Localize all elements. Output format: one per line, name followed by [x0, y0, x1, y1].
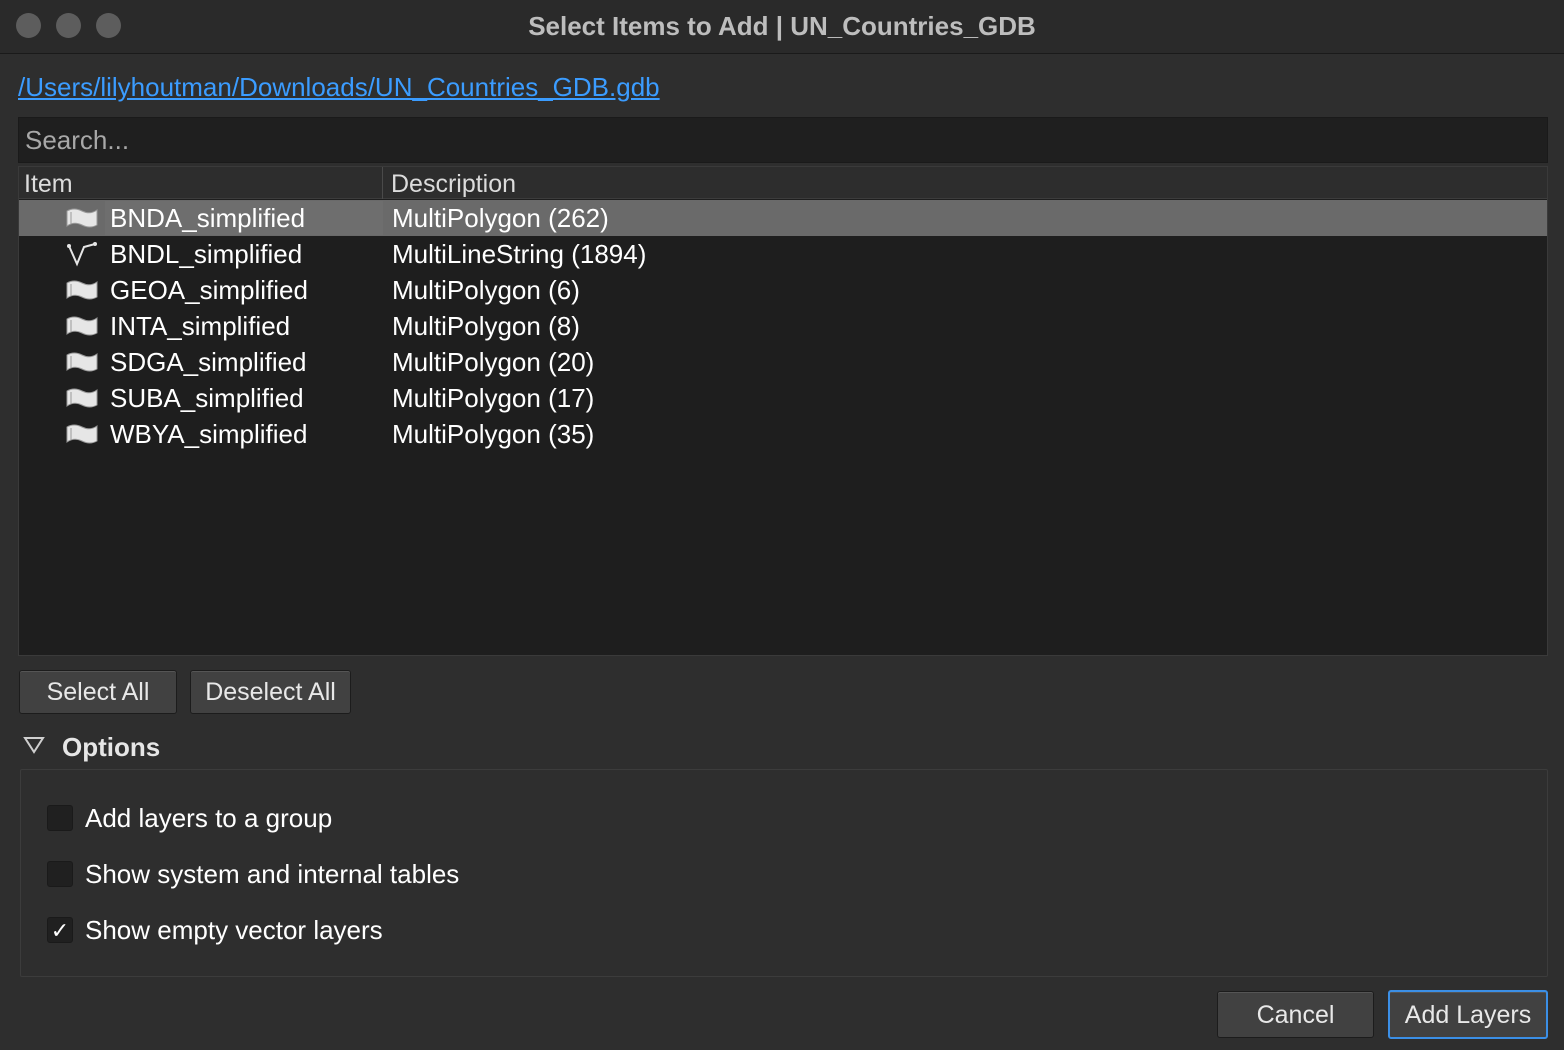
polygon-layer-icon [65, 277, 99, 303]
item-cell: BNDA_simplified [19, 200, 383, 236]
layer-description: MultiPolygon (20) [392, 347, 595, 377]
polygon-layer-icon [65, 421, 99, 447]
table-row[interactable]: BNDA_simplified MultiPolygon (262) [19, 200, 1547, 236]
layer-name: BNDA_simplified [110, 203, 306, 233]
layer-description: MultiPolygon (262) [392, 203, 609, 233]
show-system-tables-label: Show system and internal tables [85, 859, 460, 889]
item-cell: SUBA_simplified [19, 380, 383, 416]
title-bar: Select Items to Add | UN_Countries_GDB [0, 0, 1564, 54]
table-row[interactable]: SDGA_simplified MultiPolygon (20) [19, 344, 1547, 380]
polygon-layer-icon [65, 313, 99, 339]
options-panel: Add layers to a group Show system and in… [20, 769, 1548, 977]
add-layers-button[interactable]: Add Layers [1388, 990, 1548, 1039]
layer-description: MultiPolygon (6) [392, 275, 580, 305]
items-tree[interactable]: Item Description BNDA_simplified MultiPol… [18, 166, 1548, 656]
table-row[interactable]: WBYA_simplified MultiPolygon (35) [19, 416, 1547, 452]
checkmark-icon: ✓ [50, 918, 70, 943]
layer-name: SDGA_simplified [110, 347, 307, 377]
deselect-all-button[interactable]: Deselect All [190, 670, 351, 714]
table-row[interactable]: BNDL_simplified MultiLineString (1894) [19, 236, 1547, 272]
polygon-layer-icon [65, 349, 99, 375]
table-row[interactable]: SUBA_simplified MultiPolygon (17) [19, 380, 1547, 416]
show-empty-layers-checkbox[interactable]: ✓ [47, 917, 73, 943]
polygon-layer-icon [65, 205, 99, 231]
cancel-button[interactable]: Cancel [1217, 991, 1374, 1038]
item-cell: BNDL_simplified [19, 236, 383, 272]
line-layer-icon [65, 241, 99, 267]
collapse-triangle-icon[interactable] [22, 733, 46, 757]
layer-name: GEOA_simplified [110, 275, 308, 305]
layer-description: MultiPolygon (35) [392, 419, 595, 449]
layer-name: SUBA_simplified [110, 383, 304, 413]
gdb-path-link[interactable]: /Users/lilyhoutman/Downloads/UN_Countrie… [18, 72, 660, 103]
item-cell: WBYA_simplified [19, 416, 383, 452]
search-input[interactable] [18, 117, 1548, 163]
dialog-window: Select Items to Add | UN_Countries_GDB /… [0, 0, 1564, 1050]
layer-name: BNDL_simplified [110, 239, 303, 269]
tree-header: Item Description [19, 167, 1547, 199]
column-header-description[interactable]: Description [384, 167, 1544, 199]
layer-description: MultiPolygon (8) [392, 311, 580, 341]
add-to-group-label: Add layers to a group [85, 803, 333, 833]
show-empty-layers-label: Show empty vector layers [85, 915, 383, 945]
options-section-label[interactable]: Options [62, 730, 160, 764]
polygon-layer-icon [65, 385, 99, 411]
table-row[interactable]: GEOA_simplified MultiPolygon (6) [19, 272, 1547, 308]
add-to-group-checkbox[interactable] [47, 805, 73, 831]
layer-description: MultiPolygon (17) [392, 383, 595, 413]
select-all-button[interactable]: Select All [19, 670, 177, 714]
layer-name: INTA_simplified [110, 311, 291, 341]
show-system-tables-checkbox[interactable] [47, 861, 73, 887]
layer-name: WBYA_simplified [110, 419, 308, 449]
window-title: Select Items to Add | UN_Countries_GDB [528, 11, 1036, 41]
table-row[interactable]: INTA_simplified MultiPolygon (8) [19, 308, 1547, 344]
item-cell: SDGA_simplified [19, 344, 383, 380]
item-cell: GEOA_simplified [19, 272, 383, 308]
item-cell: INTA_simplified [19, 308, 383, 344]
layer-description: MultiLineString (1894) [392, 239, 647, 269]
column-header-item[interactable]: Item [19, 167, 383, 199]
